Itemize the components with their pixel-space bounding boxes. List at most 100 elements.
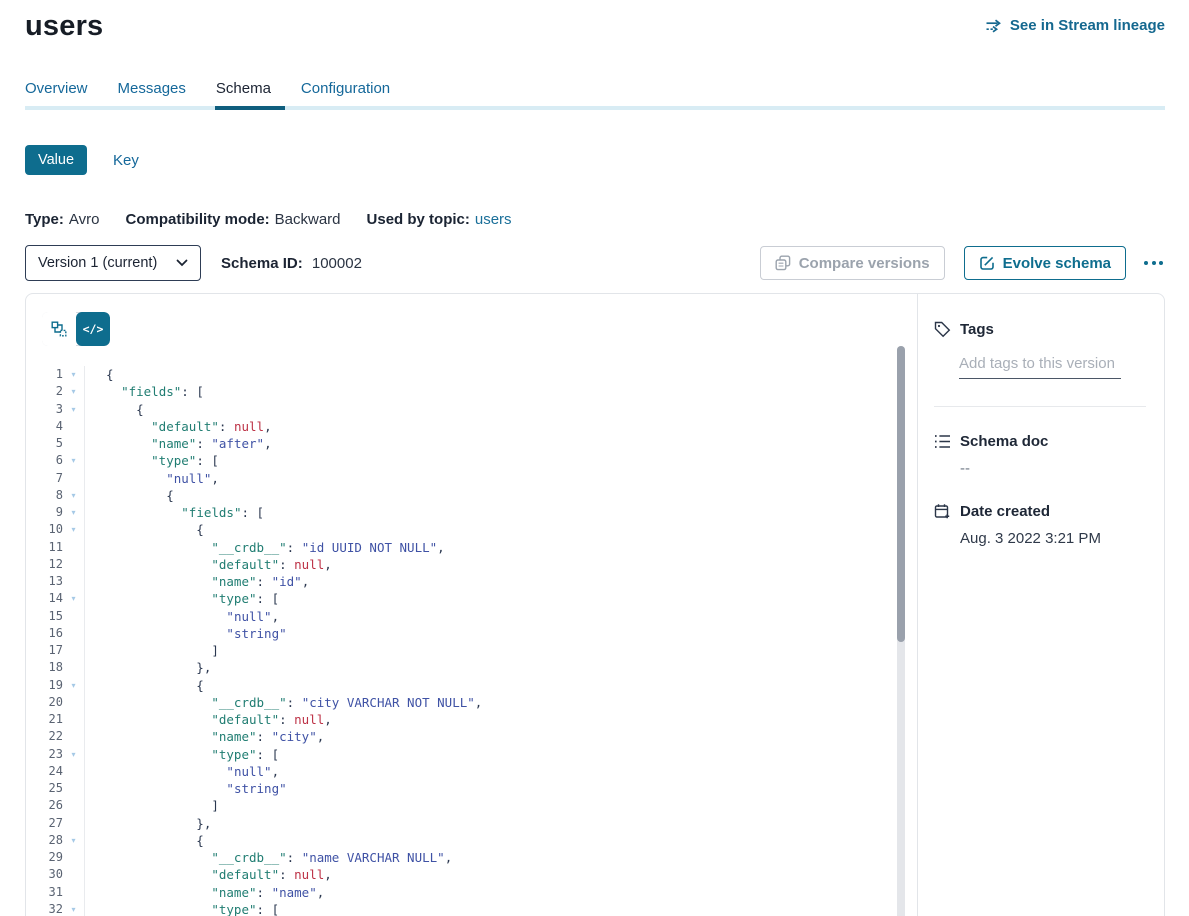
fold-spacer: [63, 573, 85, 590]
code-line: 21 "default": null,: [26, 711, 917, 728]
fold-caret-icon[interactable]: ▾: [63, 401, 85, 418]
tree-view-button[interactable]: [42, 312, 76, 346]
code-text: "name": "id",: [85, 573, 309, 590]
line-number: 30: [26, 866, 63, 883]
fold-spacer: [63, 556, 85, 573]
fold-spacer: [63, 694, 85, 711]
schema-page: users See in Stream lineage Overview Mes…: [0, 0, 1189, 916]
compare-icon: [775, 255, 791, 271]
see-in-stream-lineage-link[interactable]: See in Stream lineage: [985, 17, 1165, 34]
fold-caret-icon[interactable]: ▾: [63, 832, 85, 849]
code-line: 25 "string": [26, 780, 917, 797]
key-toggle-button[interactable]: Key: [113, 152, 139, 169]
code-line: 13 "name": "id",: [26, 573, 917, 590]
code-text: "null",: [85, 608, 279, 625]
fold-spacer: [63, 763, 85, 780]
line-number: 21: [26, 711, 63, 728]
fold-spacer: [63, 539, 85, 556]
line-number: 1: [26, 366, 63, 383]
line-number: 22: [26, 728, 63, 745]
code-text: ]: [85, 797, 219, 814]
more-actions-button[interactable]: [1142, 255, 1165, 271]
line-number: 16: [26, 625, 63, 642]
value-toggle-button[interactable]: Value: [25, 145, 87, 175]
line-number: 6: [26, 452, 63, 469]
code-text: "name": "name",: [85, 884, 324, 901]
schema-id-value: 100002: [312, 255, 362, 272]
line-number: 14: [26, 590, 63, 607]
tag-icon: [934, 321, 951, 338]
tab-underline-track: [25, 106, 1165, 110]
version-select-value: Version 1 (current): [38, 255, 157, 271]
line-number: 28: [26, 832, 63, 849]
code-text: },: [85, 659, 211, 676]
schema-sidebar: Tags Schema doc --: [918, 294, 1164, 916]
code-text: {: [85, 366, 114, 383]
schema-meta-row: Type: Avro Compatibility mode: Backward …: [25, 211, 1165, 228]
used-by-topic-label: Used by topic:: [367, 211, 470, 228]
line-number: 3: [26, 401, 63, 418]
fold-spacer: [63, 470, 85, 487]
line-number: 10: [26, 521, 63, 538]
code-lines: 1▾{2▾ "fields": [3▾ {4 "default": null,5…: [26, 366, 917, 916]
line-number: 4: [26, 418, 63, 435]
topic-link[interactable]: users: [475, 211, 512, 228]
code-text: "type": [: [85, 452, 219, 469]
fold-spacer: [63, 815, 85, 832]
line-number: 2: [26, 383, 63, 400]
code-line: 32▾ "type": [: [26, 901, 917, 916]
line-number: 31: [26, 884, 63, 901]
code-line: 1▾{: [26, 366, 917, 383]
version-select[interactable]: Version 1 (current): [25, 245, 201, 281]
chevron-down-icon: [176, 259, 188, 267]
fold-spacer: [63, 418, 85, 435]
fold-spacer: [63, 625, 85, 642]
fold-caret-icon[interactable]: ▾: [63, 677, 85, 694]
evolve-schema-button[interactable]: Evolve schema: [964, 246, 1126, 280]
code-text: {: [85, 832, 204, 849]
code-text: {: [85, 521, 204, 538]
line-number: 18: [26, 659, 63, 676]
schema-doc-section: Schema doc --: [934, 433, 1146, 477]
type-value: Avro: [69, 211, 100, 228]
code-line: 9▾ "fields": [: [26, 504, 917, 521]
fold-caret-icon[interactable]: ▾: [63, 366, 85, 383]
line-number: 29: [26, 849, 63, 866]
fold-spacer: [63, 866, 85, 883]
fold-caret-icon[interactable]: ▾: [63, 452, 85, 469]
code-line: 12 "default": null,: [26, 556, 917, 573]
tab-schema[interactable]: Schema: [216, 80, 271, 110]
fold-caret-icon[interactable]: ▾: [63, 383, 85, 400]
line-number: 15: [26, 608, 63, 625]
line-number: 11: [26, 539, 63, 556]
fold-caret-icon[interactable]: ▾: [63, 504, 85, 521]
schema-doc-header: Schema doc: [934, 433, 1146, 450]
fold-spacer: [63, 797, 85, 814]
code-text: "__crdb__": "name VARCHAR NULL",: [85, 849, 452, 866]
line-number: 12: [26, 556, 63, 573]
fold-caret-icon[interactable]: ▾: [63, 521, 85, 538]
code-line: 28▾ {: [26, 832, 917, 849]
fold-caret-icon[interactable]: ▾: [63, 901, 85, 916]
edit-icon: [979, 255, 995, 271]
code-line: 29 "__crdb__": "name VARCHAR NULL",: [26, 849, 917, 866]
code-text: "type": [: [85, 746, 279, 763]
code-line: 15 "null",: [26, 608, 917, 625]
code-view-button[interactable]: </>: [76, 312, 110, 346]
add-tags-input[interactable]: [959, 353, 1121, 379]
fold-caret-icon[interactable]: ▾: [63, 487, 85, 504]
code-line: 22 "name": "city",: [26, 728, 917, 745]
line-number: 27: [26, 815, 63, 832]
stream-lineage-icon: [985, 19, 1003, 33]
page-title: users: [25, 10, 103, 43]
editor-view-toggle: </>: [42, 312, 110, 346]
compare-versions-button[interactable]: Compare versions: [760, 246, 945, 280]
fold-caret-icon[interactable]: ▾: [63, 590, 85, 607]
sidebar-divider: [934, 406, 1146, 407]
schema-doc-title: Schema doc: [960, 433, 1048, 450]
code-line: 10▾ {: [26, 521, 917, 538]
value-key-toggle: Value Key: [25, 145, 1165, 175]
editor-scrollbar-thumb[interactable]: [897, 346, 905, 642]
fold-caret-icon[interactable]: ▾: [63, 746, 85, 763]
line-number: 13: [26, 573, 63, 590]
